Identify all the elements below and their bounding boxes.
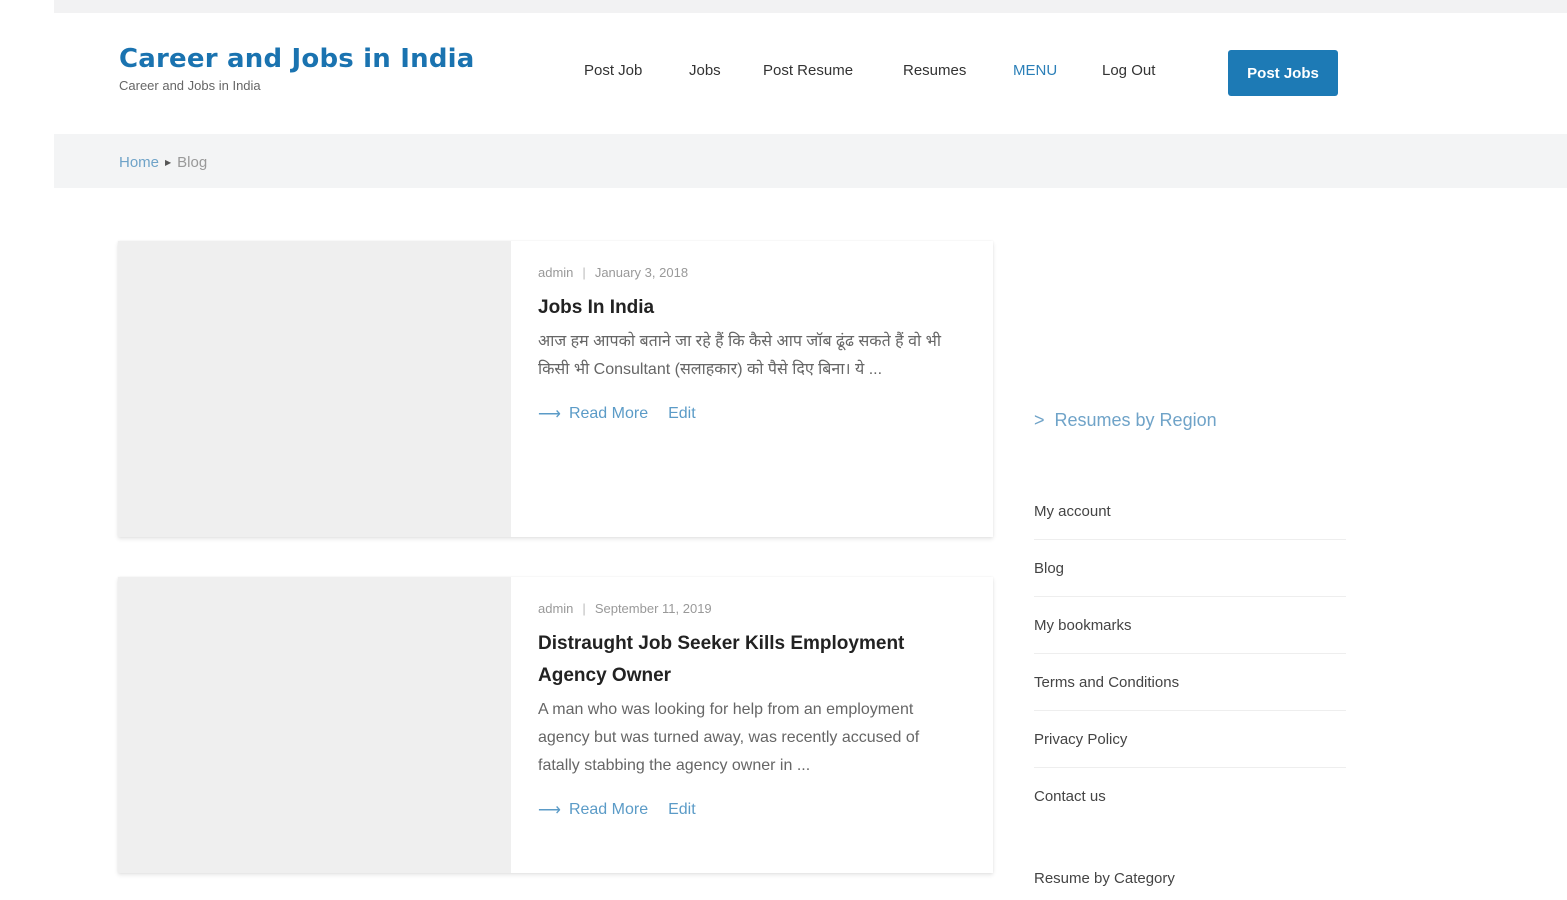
post-excerpt: A man who was looking for help from an e… — [538, 701, 920, 774]
read-more-link[interactable]: Read More — [569, 405, 648, 423]
post-excerpt: आज हम आपको बताने जा रहे हैं कि कैसे आप ज… — [538, 333, 941, 378]
sidebar-item-privacy[interactable]: Privacy Policy — [1034, 711, 1346, 768]
site-tagline: Career and Jobs in India — [119, 78, 261, 93]
nav-menu[interactable]: MENU — [1013, 62, 1057, 79]
post-meta: admin | September 11, 2019 — [538, 601, 958, 616]
arrow-right-icon: ⟶ — [538, 406, 561, 423]
post-card: admin | September 11, 2019 Distraught Job … — [118, 577, 993, 873]
post-title[interactable]: Distraught Job Seeker Kills Employment A… — [538, 628, 958, 692]
post-body: admin | September 11, 2019 Distraught Job … — [538, 601, 958, 820]
site-title[interactable]: Career and Jobs in India — [119, 44, 475, 74]
arrow-right-icon: ⟶ — [538, 802, 561, 819]
post-jobs-button[interactable]: Post Jobs — [1228, 50, 1338, 96]
nav-post-resume[interactable]: Post Resume — [763, 62, 853, 79]
sidebar-item-my-account[interactable]: My account — [1034, 483, 1346, 540]
post-card: admin | January 3, 2018 Jobs In India आज ह… — [118, 241, 993, 537]
resumes-by-region-link[interactable]: > Resumes by Region — [1034, 410, 1217, 431]
resumes-by-region-label: Resumes by Region — [1054, 410, 1217, 430]
post-body: admin | January 3, 2018 Jobs In India आज ह… — [538, 265, 958, 424]
breadcrumb-bar — [54, 134, 1567, 188]
post-author[interactable]: admin — [538, 601, 573, 616]
post-thumbnail[interactable] — [118, 577, 511, 873]
sidebar-item-my-bookmarks[interactable]: My bookmarks — [1034, 597, 1346, 654]
breadcrumb: Home ▶ Blog — [119, 154, 207, 171]
post-date: January 3, 2018 — [594, 265, 689, 280]
site-branding: Career and Jobs in India Career and Jobs… — [119, 44, 475, 93]
post-meta: admin | January 3, 2018 — [538, 265, 958, 280]
read-more-link[interactable]: Read More — [569, 801, 648, 819]
post-author[interactable]: admin — [538, 265, 573, 280]
meta-divider: | — [582, 601, 586, 616]
sidebar-item-terms[interactable]: Terms and Conditions — [1034, 654, 1346, 711]
chevron-right-icon: > — [1034, 410, 1045, 430]
breadcrumb-separator-icon: ▶ — [165, 158, 172, 167]
sidebar-item-blog[interactable]: Blog — [1034, 540, 1346, 597]
post-thumbnail[interactable] — [118, 241, 511, 537]
breadcrumb-home[interactable]: Home — [119, 154, 159, 171]
edit-link[interactable]: Edit — [668, 801, 696, 819]
breadcrumb-current: Blog — [177, 154, 208, 171]
sidebar-item-contact[interactable]: Contact us — [1034, 768, 1346, 825]
top-strip — [54, 0, 1567, 13]
post-title[interactable]: Jobs In India — [538, 292, 958, 324]
nav-post-job[interactable]: Post Job — [584, 62, 642, 79]
edit-link[interactable]: Edit — [668, 405, 696, 423]
post-actions: ⟶ Read More Edit — [538, 404, 958, 424]
nav-resumes[interactable]: Resumes — [903, 62, 966, 79]
nav-jobs[interactable]: Jobs — [689, 62, 721, 79]
resume-by-category-heading: Resume by Category — [1034, 870, 1175, 887]
post-date: September 11, 2019 — [594, 601, 712, 616]
meta-divider: | — [582, 265, 586, 280]
nav-log-out[interactable]: Log Out — [1102, 62, 1155, 79]
sidebar-menu: My account Blog My bookmarks Terms and C… — [1034, 483, 1346, 825]
post-actions: ⟶ Read More Edit — [538, 800, 958, 820]
